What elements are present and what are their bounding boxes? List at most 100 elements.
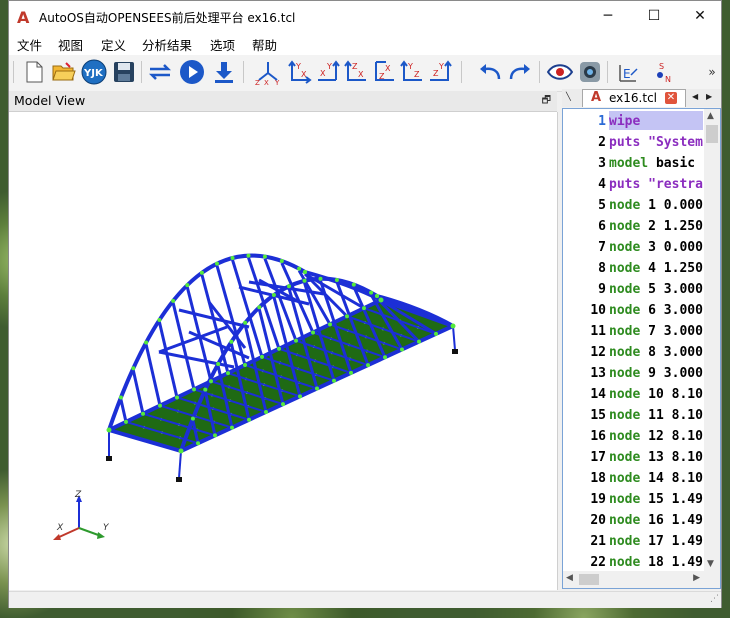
- axis-xyz-icon[interactable]: ZXY: [255, 59, 281, 85]
- code-line[interactable]: 2 puts "System: [563, 132, 703, 153]
- tab-scroll-right-icon[interactable]: ▶: [706, 92, 712, 101]
- code-line[interactable]: 7 node 3 0.000: [563, 237, 703, 258]
- download-icon[interactable]: [211, 59, 237, 85]
- code-text: node 9 3.000: [609, 363, 703, 384]
- section-icon[interactable]: SN: [651, 59, 677, 85]
- eye-icon[interactable]: [547, 59, 573, 85]
- model-view-canvas[interactable]: Z X Y: [9, 112, 558, 590]
- code-line[interactable]: 6 node 2 1.250: [563, 216, 703, 237]
- yjk-icon[interactable]: YJK: [81, 59, 107, 85]
- tab-ex16[interactable]: A ex16.tcl ✕: [582, 89, 686, 107]
- app-window: A AutoOS自动OPENSEES前后处理平台 ex16.tcl ─ ☐ ✕ …: [8, 0, 722, 608]
- menu-view[interactable]: 视图: [58, 35, 83, 54]
- bridge-model-drawing: Z X Y: [53, 253, 458, 540]
- code-editor[interactable]: 1 wipe 2 puts "System 3 model basic 4 puts "res…: [562, 108, 721, 589]
- tab-scroll-left-icon[interactable]: ◀: [692, 92, 698, 101]
- code-line[interactable]: 10 node 6 3.000: [563, 300, 703, 321]
- undo-icon[interactable]: [477, 59, 503, 85]
- svg-text:Z: Z: [379, 72, 385, 81]
- minimize-button[interactable]: ─: [585, 1, 631, 31]
- code-line[interactable]: 14 node 10 8.10: [563, 384, 703, 405]
- run-icon[interactable]: [179, 59, 205, 85]
- code-line[interactable]: 8 node 4 1.250: [563, 258, 703, 279]
- code-line[interactable]: 1 wipe: [563, 111, 703, 132]
- code-line[interactable]: 17 node 13 8.10: [563, 447, 703, 468]
- code-args: 4 1.250: [640, 261, 703, 276]
- menu-results[interactable]: 分析结果: [142, 35, 192, 54]
- code-text: node 11 8.10: [609, 405, 703, 426]
- scroll-left-icon[interactable]: ◀: [566, 573, 573, 583]
- code-keyword: node: [609, 261, 641, 276]
- save-icon[interactable]: [111, 59, 137, 85]
- restore-panel-button[interactable]: 🗗: [542, 93, 551, 110]
- scroll-down-icon[interactable]: ▼: [707, 559, 714, 569]
- menu-options[interactable]: 选项: [210, 35, 235, 54]
- scroll-up-icon[interactable]: ▲: [707, 111, 714, 121]
- view-xy-icon[interactable]: XY: [315, 59, 341, 85]
- view-zx-icon[interactable]: ZX: [343, 59, 369, 85]
- toolbar-separator: [607, 61, 608, 83]
- convert-icon[interactable]: [147, 59, 173, 85]
- code-line[interactable]: 12 node 8 3.000: [563, 342, 703, 363]
- close-tab-icon[interactable]: ✕: [665, 92, 677, 104]
- code-keyword: node: [609, 513, 641, 528]
- app-logo-icon: A: [17, 8, 30, 27]
- code-line[interactable]: 3 model basic: [563, 153, 703, 174]
- code-line[interactable]: 22 node 18 1.49: [563, 552, 703, 573]
- code-text: node 1 0.000: [609, 195, 703, 216]
- code-args: 18 1.49: [640, 555, 703, 570]
- resize-grip-icon[interactable]: ⋰: [710, 594, 719, 604]
- code-line[interactable]: 11 node 7 3.000: [563, 321, 703, 342]
- horizontal-scrollbar[interactable]: ◀ ▶: [563, 571, 720, 588]
- view-yz-icon[interactable]: YZ: [399, 59, 425, 85]
- menu-help[interactable]: 帮助: [252, 35, 277, 54]
- horizontal-scroll-thumb[interactable]: [579, 574, 599, 585]
- line-number: 7: [598, 240, 606, 255]
- view-zy-icon[interactable]: ZY: [427, 59, 453, 85]
- code-line[interactable]: 15 node 11 8.10: [563, 405, 703, 426]
- redo-icon[interactable]: [507, 59, 533, 85]
- vertical-scroll-thumb[interactable]: [706, 125, 718, 143]
- code-text: node 7 3.000: [609, 321, 703, 342]
- code-text: node 12 8.10: [609, 426, 703, 447]
- line-number: 3: [598, 156, 606, 171]
- code-line[interactable]: 18 node 14 8.10: [563, 468, 703, 489]
- code-line[interactable]: 5 node 1 0.000: [563, 195, 703, 216]
- code-line[interactable]: 19 node 15 1.49: [563, 489, 703, 510]
- view-yx-icon[interactable]: YX: [287, 59, 313, 85]
- code-line[interactable]: 13 node 9 3.000: [563, 363, 703, 384]
- toolbar-overflow-button[interactable]: »: [705, 59, 719, 85]
- new-file-icon[interactable]: [21, 59, 47, 85]
- close-button[interactable]: ✕: [677, 1, 723, 31]
- code-text: puts "System: [609, 132, 703, 153]
- line-number: 17: [590, 450, 606, 465]
- tab-list-chevron-icon[interactable]: ╲: [566, 92, 571, 101]
- code-args: 2 1.250: [640, 219, 703, 234]
- code-args: 10 8.10: [640, 387, 703, 402]
- code-keyword: node: [609, 240, 641, 255]
- svg-text:Z: Z: [414, 70, 420, 79]
- scroll-right-icon[interactable]: ▶: [693, 573, 700, 583]
- view-xz-icon[interactable]: XZ: [371, 59, 397, 85]
- code-line[interactable]: 21 node 17 1.49: [563, 531, 703, 552]
- menu-file[interactable]: 文件: [17, 35, 42, 54]
- svg-text:X: X: [264, 79, 269, 85]
- code-text: model basic: [609, 153, 695, 174]
- open-folder-icon[interactable]: [51, 59, 77, 85]
- code-line[interactable]: 16 node 12 8.10: [563, 426, 703, 447]
- line-number: 16: [590, 429, 606, 444]
- vertical-scrollbar[interactable]: ▲ ▼: [704, 109, 720, 571]
- edit-icon[interactable]: E: [615, 59, 641, 85]
- code-line[interactable]: 9 node 5 3.000: [563, 279, 703, 300]
- code-line[interactable]: 4 puts "restra: [563, 174, 703, 195]
- code-keyword: puts: [609, 177, 641, 192]
- camera-icon[interactable]: [577, 59, 603, 85]
- svg-text:X: X: [385, 64, 391, 73]
- code-line[interactable]: 20 node 16 1.49: [563, 510, 703, 531]
- svg-text:Y: Y: [274, 79, 280, 85]
- code-args: 13 8.10: [640, 450, 703, 465]
- maximize-button[interactable]: ☐: [631, 1, 677, 31]
- menu-define[interactable]: 定义: [101, 35, 126, 54]
- svg-text:E: E: [623, 67, 631, 81]
- code-args: 8 3.000: [640, 345, 703, 360]
